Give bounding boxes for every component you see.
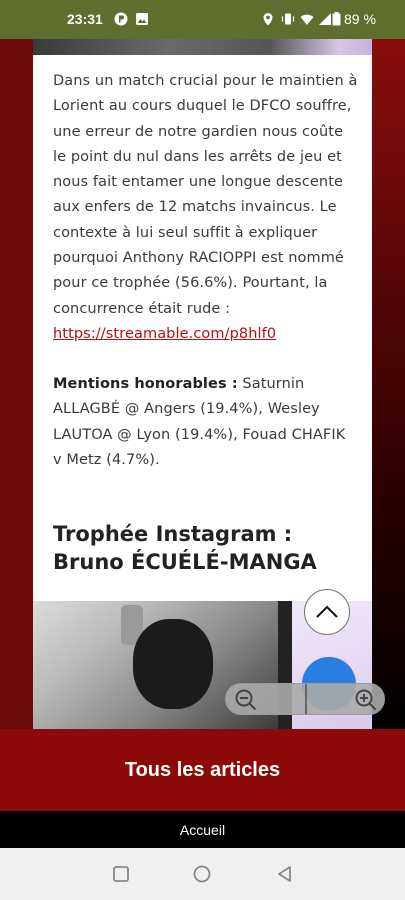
home-button[interactable]: Accueil <box>0 811 405 848</box>
mentions-label: Mentions honorables : <box>53 376 238 392</box>
zoom-in-icon[interactable] <box>354 688 378 712</box>
streamable-link[interactable]: https://streamable.com/p8hlf0 <box>53 326 276 342</box>
recent-apps-icon[interactable] <box>111 864 131 884</box>
zoom-divider <box>305 684 307 714</box>
page-side-background <box>372 39 405 729</box>
article-paragraph: Dans un match crucial pour le maintien à… <box>53 69 358 347</box>
system-nav-bar <box>0 848 405 900</box>
signal-icon <box>319 13 331 25</box>
section-heading: Trophée Instagram : Bruno ÉCUÉLÉ-MANGA <box>53 522 317 574</box>
status-time: 23:31 <box>67 11 103 27</box>
vibrate-icon <box>281 13 295 25</box>
all-articles-button[interactable]: Tous les articles <box>0 729 405 811</box>
battery-icon <box>332 12 341 26</box>
scroll-to-top-button[interactable] <box>304 589 350 635</box>
wifi-icon <box>300 14 314 25</box>
photo-person-shape <box>133 619 213 709</box>
zoom-out-icon[interactable] <box>234 688 258 712</box>
circle-p-icon <box>114 12 128 26</box>
chevron-up-icon <box>316 605 338 618</box>
location-icon <box>263 13 273 26</box>
mentions-paragraph: Mentions honorables : Saturnin ALLAGBÉ @… <box>53 372 358 473</box>
status-bar: 23:31 89 % <box>0 0 405 39</box>
image-icon <box>136 13 148 25</box>
article-image-top <box>33 39 372 55</box>
battery-level: 89 % <box>344 11 376 27</box>
paragraph-text: Dans un match crucial pour le maintien à… <box>53 73 358 317</box>
back-icon[interactable] <box>275 864 295 884</box>
home-circle-icon[interactable] <box>192 864 212 884</box>
zoom-control <box>225 683 385 715</box>
